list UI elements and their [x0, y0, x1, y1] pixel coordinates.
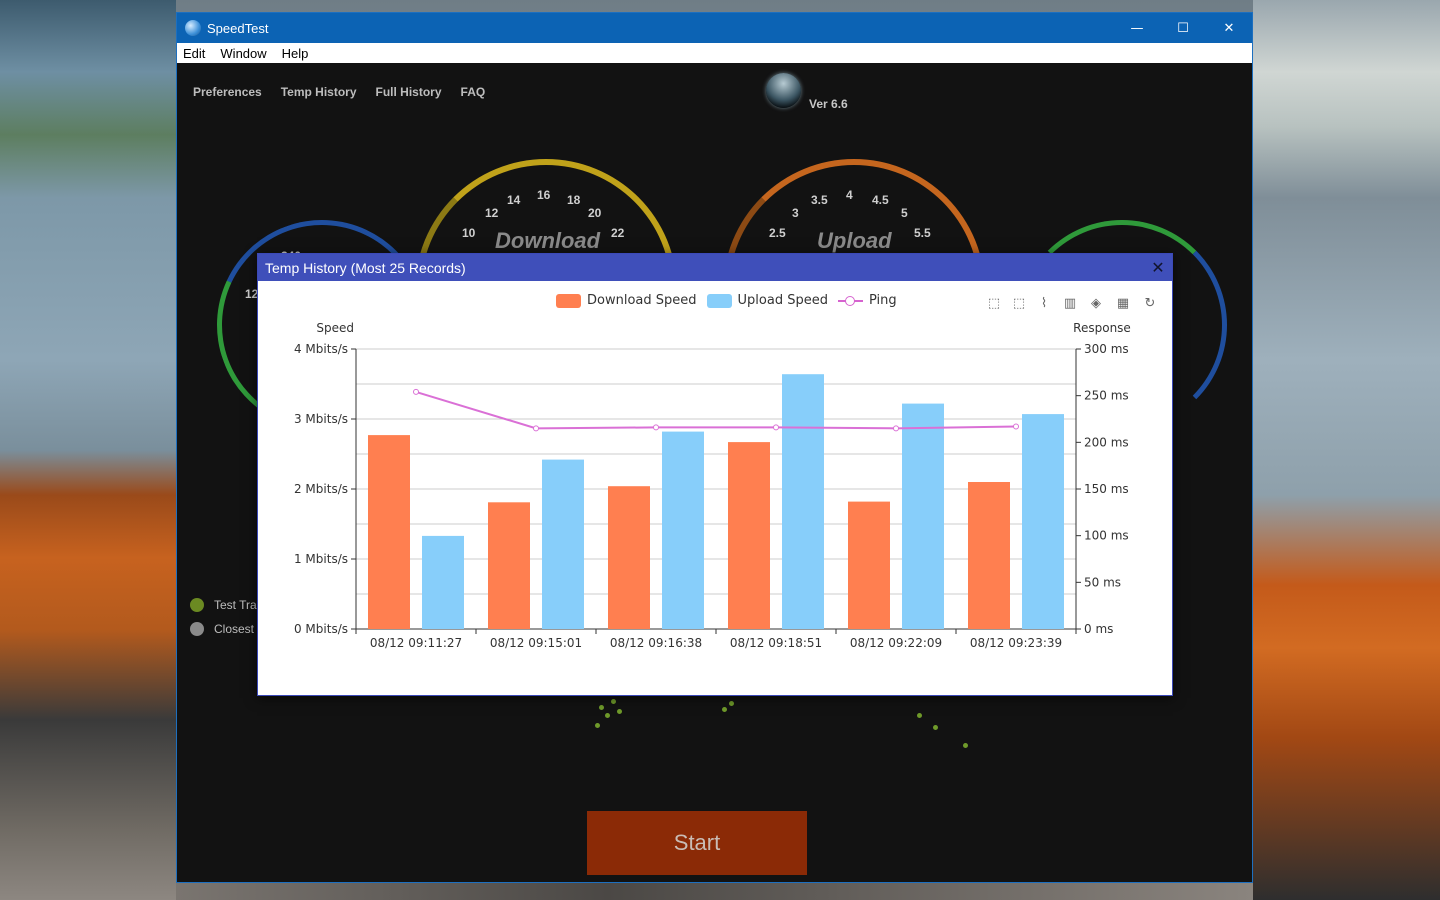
- server-map: [577, 693, 977, 773]
- window-title: SpeedTest: [207, 20, 269, 36]
- x-axis-tick-label: 08/12 09:11:27: [370, 636, 462, 650]
- app-logo-icon: [766, 73, 801, 108]
- menu-bar: Edit Window Help: [177, 43, 1252, 63]
- gauge-tick: 3: [792, 206, 799, 220]
- close-button[interactable]: ✕: [1206, 13, 1252, 43]
- gauge-tick: 5.5: [914, 226, 931, 240]
- x-axis-tick-label: 08/12 09:15:01: [490, 636, 582, 650]
- x-axis-tick-label: 08/12 09:16:38: [610, 636, 702, 650]
- upload-bar: [1022, 414, 1064, 629]
- right-axis-tick-label: 50 ms: [1084, 575, 1121, 589]
- ping-point: [773, 424, 779, 431]
- dialog-close-button[interactable]: ✕: [1144, 254, 1172, 281]
- globe-icon: [185, 20, 201, 36]
- nav-preferences[interactable]: Preferences: [193, 85, 262, 99]
- right-axis-tick-label: 200 ms: [1084, 435, 1129, 449]
- ping-point: [653, 424, 659, 431]
- x-axis-tick-label: 08/12 09:18:51: [730, 636, 822, 650]
- left-axis-tick-label: 2 Mbits/s: [294, 482, 348, 496]
- desktop-wallpaper-right: [1253, 0, 1440, 900]
- gauge-tick: 12: [485, 206, 499, 220]
- gauge-tick: 22: [611, 226, 625, 240]
- gauge-tick: 20: [588, 206, 602, 220]
- right-axis-tick-label: 150 ms: [1084, 482, 1129, 496]
- status-label: Test Tra: [214, 598, 257, 612]
- ping-point: [893, 425, 899, 432]
- minimize-button[interactable]: —: [1114, 13, 1160, 43]
- top-nav: Preferences Temp History Full History FA…: [193, 85, 504, 99]
- status-label: Closest: [214, 622, 255, 636]
- right-axis-tick-label: 0 ms: [1084, 622, 1113, 636]
- gauge-tick: 4.5: [872, 193, 889, 207]
- download-bar: [368, 435, 410, 629]
- left-axis-tick-label: 3 Mbits/s: [294, 412, 348, 426]
- x-axis-tick-label: 08/12 09:23:39: [970, 636, 1062, 650]
- gauge-tick: 18: [567, 193, 581, 207]
- left-axis-tick-label: 4 Mbits/s: [294, 342, 348, 356]
- upload-bar: [542, 459, 584, 629]
- dialog-title-bar: Temp History (Most 25 Records) ✕: [258, 254, 1172, 281]
- history-chart: 0 Mbits/s 1 Mbits/s 2 Mbits/s 3 Mbits/s 4 Mb…: [294, 321, 1131, 650]
- status-test-traffic: Test Tra: [190, 598, 257, 612]
- gauge-tick: 2.5: [769, 226, 786, 240]
- menu-window[interactable]: Window: [219, 46, 267, 61]
- gauge-tick: 10: [462, 226, 476, 240]
- upload-gauge-label: Upload: [817, 228, 892, 253]
- dialog-title: Temp History (Most 25 Records): [265, 259, 466, 276]
- download-bar: [488, 502, 530, 629]
- x-axis-tick-label: 08/12 09:22:09: [850, 636, 942, 650]
- menu-edit[interactable]: Edit: [182, 46, 206, 61]
- desktop-wallpaper-left: [0, 0, 176, 900]
- ping-point: [1013, 423, 1019, 430]
- upload-bar: [662, 431, 704, 629]
- start-button[interactable]: Start: [587, 811, 807, 875]
- right-axis-tick-label: 300 ms: [1084, 342, 1129, 356]
- download-gauge-label: Download: [495, 228, 601, 253]
- status-dot-icon: [190, 598, 204, 612]
- download-bar: [728, 442, 770, 629]
- status-closest-server: Closest: [190, 622, 254, 636]
- right-axis-tick-label: 250 ms: [1084, 389, 1129, 403]
- upload-bar: [422, 535, 464, 629]
- download-bar: [968, 482, 1010, 629]
- upload-bar: [782, 374, 824, 629]
- nav-full-history[interactable]: Full History: [376, 85, 442, 99]
- gauge-tick: 4: [846, 188, 853, 202]
- left-axis-tick-label: 1 Mbits/s: [294, 552, 348, 566]
- download-bar: [848, 501, 890, 629]
- upload-bar: [902, 403, 944, 629]
- gauge-tick: 14: [507, 193, 521, 207]
- status-dot-icon: [190, 622, 204, 636]
- download-bar: [608, 486, 650, 629]
- nav-temp-history[interactable]: Temp History: [281, 85, 357, 99]
- gauge-tick: 3.5: [811, 193, 828, 207]
- title-bar: SpeedTest — ☐ ✕: [177, 13, 1252, 43]
- menu-help[interactable]: Help: [281, 46, 310, 61]
- maximize-button[interactable]: ☐: [1160, 13, 1206, 43]
- ping-point: [533, 425, 539, 432]
- temp-history-dialog: Temp History (Most 25 Records) ✕ Downloa…: [257, 253, 1173, 696]
- left-axis-title: Speed: [316, 321, 354, 335]
- left-axis-tick-label: 0 Mbits/s: [294, 622, 348, 636]
- right-axis-title: Response: [1073, 321, 1131, 335]
- ping-point: [413, 388, 419, 395]
- gauge-tick: 16: [537, 188, 551, 202]
- gauge-tick: 5: [901, 206, 908, 220]
- version-label: Ver 6.6: [809, 97, 848, 111]
- desktop-wallpaper-bottom: [176, 883, 1253, 900]
- nav-faq[interactable]: FAQ: [461, 85, 486, 99]
- right-axis-tick-label: 100 ms: [1084, 529, 1129, 543]
